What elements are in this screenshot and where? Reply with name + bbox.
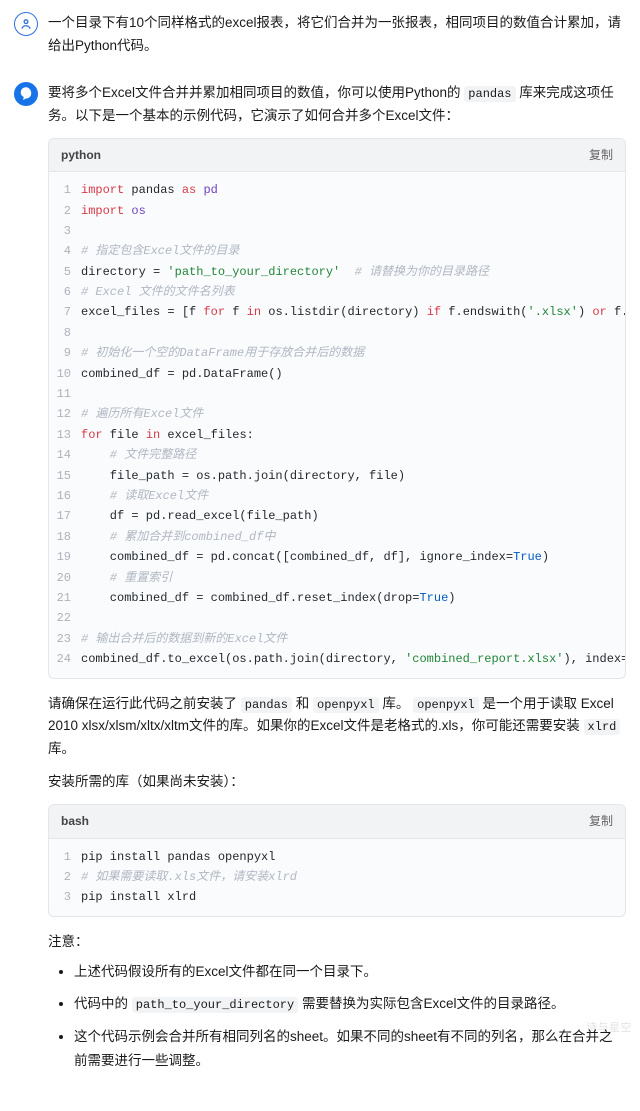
list-item: 上述代码假设所有的Excel文件都在同一个目录下。 bbox=[74, 960, 626, 984]
list-item: 代码中的 path_to_your_directory 需要替换为实际包含Exc… bbox=[74, 992, 626, 1017]
user-message: 一个目录下有10个同样格式的excel报表，将它们合并为一张报表，相同项目的数值… bbox=[0, 0, 640, 70]
bot-intro: 要将多个Excel文件合并并累加相同项目的数值，你可以使用Python的 pan… bbox=[48, 82, 626, 128]
code-lang-label: python bbox=[61, 145, 101, 165]
xlrd-code: xlrd bbox=[584, 719, 621, 735]
python-code-block: python 复制 1import pandas as pd 2import o… bbox=[48, 138, 626, 679]
code-body: 1pip install pandas openpyxl 2# 如果需要读取.x… bbox=[49, 839, 625, 916]
install-heading: 安装所需的库（如果尚未安装）： bbox=[48, 771, 626, 794]
bot-content: 要将多个Excel文件合并并累加相同项目的数值，你可以使用Python的 pan… bbox=[48, 82, 626, 1085]
bot-message: 要将多个Excel文件合并并累加相同项目的数值，你可以使用Python的 pan… bbox=[0, 70, 640, 1091]
openpyxl-code-2: openpyxl bbox=[413, 697, 479, 713]
user-icon bbox=[19, 17, 33, 31]
code-header: python 复制 bbox=[49, 139, 625, 172]
bash-code-block: bash 复制 1pip install pandas openpyxl 2# … bbox=[48, 804, 626, 917]
code-body: 1import pandas as pd 2import os 3 4# 指定包… bbox=[49, 172, 625, 677]
user-avatar bbox=[14, 12, 38, 36]
pandas-inline-code: pandas bbox=[464, 86, 515, 102]
copy-button[interactable]: 复制 bbox=[589, 145, 613, 165]
install-note-1: 请确保在运行此代码之前安装了 pandas 和 openpyxl 库。 open… bbox=[48, 693, 626, 762]
copy-button[interactable]: 复制 bbox=[589, 811, 613, 831]
code-header: bash 复制 bbox=[49, 805, 625, 838]
notes-header: 注意： bbox=[48, 931, 626, 954]
watermark: 诗与星空 bbox=[586, 1019, 632, 1038]
bot-avatar bbox=[14, 82, 38, 106]
list-item: 这个代码示例会合并所有相同列名的sheet。如果不同的sheet有不同的列名，那… bbox=[74, 1025, 626, 1074]
user-text: 一个目录下有10个同样格式的excel报表，将它们合并为一张报表，相同项目的数值… bbox=[48, 12, 626, 64]
bot-icon bbox=[17, 85, 35, 103]
openpyxl-code: openpyxl bbox=[313, 697, 379, 713]
pandas-code: pandas bbox=[241, 697, 292, 713]
path-code: path_to_your_directory bbox=[132, 997, 298, 1013]
notes-list: 上述代码假设所有的Excel文件都在同一个目录下。 代码中的 path_to_y… bbox=[48, 960, 626, 1073]
code-lang-label: bash bbox=[61, 811, 89, 831]
